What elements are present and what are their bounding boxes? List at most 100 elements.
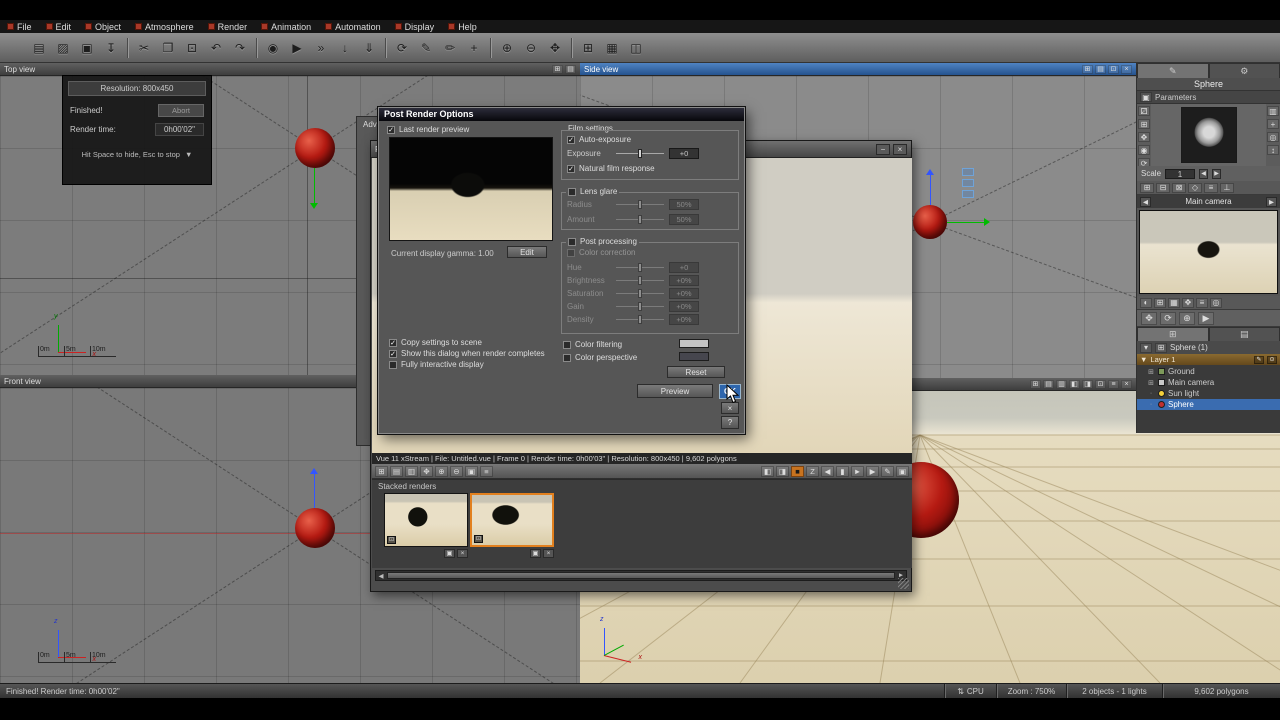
- color-perspective-swatch[interactable]: [679, 352, 709, 361]
- pan-icon[interactable]: ✥: [1182, 297, 1194, 308]
- radius-value[interactable]: 50%: [669, 199, 699, 210]
- camera-display-icon[interactable]: ▤: [1043, 379, 1054, 389]
- viewport-side-header[interactable]: Side view ⊞ ▤ ⊡ ×: [580, 63, 1136, 76]
- smooth-icon[interactable]: ◇: [1188, 182, 1202, 193]
- camera-menu-icon[interactable]: ⊞: [1030, 379, 1041, 389]
- fit-render-icon[interactable]: ▣: [465, 465, 478, 477]
- render-thumbnail-2-selected[interactable]: ⊡ ▣ ×: [470, 493, 554, 558]
- gizmo-axis-green[interactable]: [314, 168, 315, 204]
- slider-thumb[interactable]: [638, 289, 642, 298]
- camera-maximize-icon[interactable]: ⊡: [1095, 379, 1106, 389]
- menu-atmosphere[interactable]: Atmosphere: [128, 20, 201, 33]
- zoom-out-render-icon[interactable]: ⊖: [450, 465, 463, 477]
- slider-thumb[interactable]: [638, 263, 642, 272]
- menu-render[interactable]: Render: [201, 20, 255, 33]
- next-camera-icon[interactable]: ▶: [1266, 196, 1277, 207]
- save-thumbnail-icon[interactable]: ▣: [444, 549, 455, 558]
- gain-value[interactable]: +0%: [669, 301, 699, 312]
- gizmo-axis-green[interactable]: [947, 222, 985, 223]
- camera-split-left-icon[interactable]: ◧: [1069, 379, 1080, 389]
- camera-layers-icon[interactable]: ▥: [1056, 379, 1067, 389]
- saturation-value[interactable]: +0%: [669, 288, 699, 299]
- slider-thumb[interactable]: [638, 200, 642, 209]
- zoom-view-icon[interactable]: ⊕: [1179, 311, 1195, 325]
- amount-value[interactable]: 50%: [669, 214, 699, 225]
- new-scene-icon[interactable]: ▤: [28, 37, 50, 59]
- natural-film-checkbox[interactable]: ✓: [567, 164, 575, 173]
- drop-object-icon[interactable]: ↓: [334, 37, 356, 59]
- radius-slider[interactable]: [616, 200, 664, 209]
- expander-icon[interactable]: ·: [1147, 390, 1155, 397]
- pan-tool-icon[interactable]: ✥: [544, 37, 566, 59]
- hue-slider[interactable]: [616, 263, 664, 272]
- zoom-in-render-icon[interactable]: ⊕: [435, 465, 448, 477]
- save-scene-icon[interactable]: ▣: [76, 37, 98, 59]
- compare-left-icon[interactable]: ◧: [761, 465, 774, 477]
- pan-render-icon[interactable]: ✥: [420, 465, 433, 477]
- gizmo-arrow-up[interactable]: [926, 165, 934, 175]
- light-gizmo-icon[interactable]: [962, 179, 974, 187]
- render-icon[interactable]: ◉: [262, 37, 284, 59]
- next-render-icon[interactable]: ►: [851, 465, 864, 477]
- pan-view-icon[interactable]: ✥: [1141, 311, 1157, 325]
- color-perspective-checkbox[interactable]: [563, 353, 571, 362]
- gizmo-axis-blue[interactable]: [930, 171, 931, 205]
- menu-display[interactable]: Display: [388, 20, 442, 33]
- amount-slider[interactable]: [616, 215, 664, 224]
- menu-edit[interactable]: Edit: [39, 20, 79, 33]
- viewport-display-icon[interactable]: ▤: [1095, 64, 1106, 74]
- layer-list-icon[interactable]: ▥: [1267, 106, 1279, 116]
- menu-icon[interactable]: ≡: [1196, 297, 1208, 308]
- compare-right-icon[interactable]: ◨: [776, 465, 789, 477]
- exposure-slider[interactable]: [616, 149, 664, 158]
- save-render-icon[interactable]: ▣: [896, 465, 909, 477]
- scale-decrement-icon[interactable]: ◀: [1199, 168, 1209, 179]
- tree-item-main-camera[interactable]: ⊞ Main camera: [1137, 377, 1280, 388]
- dialog-help-button[interactable]: ?: [721, 416, 739, 429]
- light-gizmo-icon[interactable]: [962, 168, 974, 176]
- materials-tab[interactable]: ▤: [1208, 327, 1280, 341]
- layer-visibility-icon[interactable]: ⊙: [1267, 355, 1277, 364]
- parameters-subtab[interactable]: ▣ Parameters: [1137, 91, 1280, 104]
- cpu-indicator[interactable]: ⇅ CPU: [944, 684, 996, 698]
- viewport-display-icon[interactable]: ▤: [565, 64, 576, 74]
- align-icon[interactable]: ≡: [1204, 182, 1218, 193]
- viewport-maximize-icon[interactable]: ⊡: [1108, 64, 1119, 74]
- slider-thumb[interactable]: [638, 302, 642, 311]
- menu-object[interactable]: Object: [78, 20, 128, 33]
- grid-icon[interactable]: ⊞: [1154, 297, 1166, 308]
- color-filtering-checkbox[interactable]: [563, 340, 571, 349]
- frame-all-icon[interactable]: ⊞: [577, 37, 599, 59]
- tree-item-ground[interactable]: ⊞ Ground: [1137, 366, 1280, 377]
- play-renders-icon[interactable]: ▶: [866, 465, 879, 477]
- collapse-all-icon[interactable]: ▾: [1140, 342, 1152, 353]
- tree-item-sphere[interactable]: · Sphere: [1137, 399, 1280, 410]
- save-thumbnail-icon[interactable]: ▣: [530, 549, 541, 558]
- copy-icon[interactable]: ❐: [157, 37, 179, 59]
- expander-icon[interactable]: ⊞: [1147, 379, 1155, 387]
- edit-gamma-button[interactable]: Edit: [507, 246, 547, 258]
- slider-thumb[interactable]: [638, 149, 642, 158]
- annotate-render-icon[interactable]: ✎: [881, 465, 894, 477]
- stacked-renders-scrollbar[interactable]: ◀ ►: [375, 570, 907, 581]
- aspect-tab[interactable]: ✎: [1137, 63, 1209, 78]
- close-icon[interactable]: ×: [893, 143, 907, 155]
- hue-value[interactable]: +0: [669, 262, 699, 273]
- gain-slider[interactable]: [616, 302, 664, 311]
- render-thumbnail-image[interactable]: ⊡: [470, 493, 554, 547]
- menu-file[interactable]: File: [0, 20, 39, 33]
- full-view-icon[interactable]: ■: [791, 465, 804, 477]
- gamma-display-icon[interactable]: ▥: [405, 465, 418, 477]
- light-gizmo-icon[interactable]: [962, 190, 974, 198]
- sphere-object-front[interactable]: [295, 508, 335, 548]
- camera-split-right-icon[interactable]: ◨: [1082, 379, 1093, 389]
- stack-view-icon[interactable]: ⊞: [375, 465, 388, 477]
- render-animation-icon[interactable]: ▶: [286, 37, 308, 59]
- gizmo-arrow-up[interactable]: [310, 464, 318, 474]
- gizmo-axis-blue[interactable]: [314, 470, 315, 508]
- camera-options-icon[interactable]: ≡: [1108, 379, 1119, 389]
- zoom-out-icon[interactable]: ⊖: [520, 37, 542, 59]
- render-thumbnail-image[interactable]: ⊡: [384, 493, 468, 547]
- zoom-indicator[interactable]: Zoom : 750%: [996, 684, 1066, 698]
- abort-button[interactable]: Abort: [158, 104, 204, 117]
